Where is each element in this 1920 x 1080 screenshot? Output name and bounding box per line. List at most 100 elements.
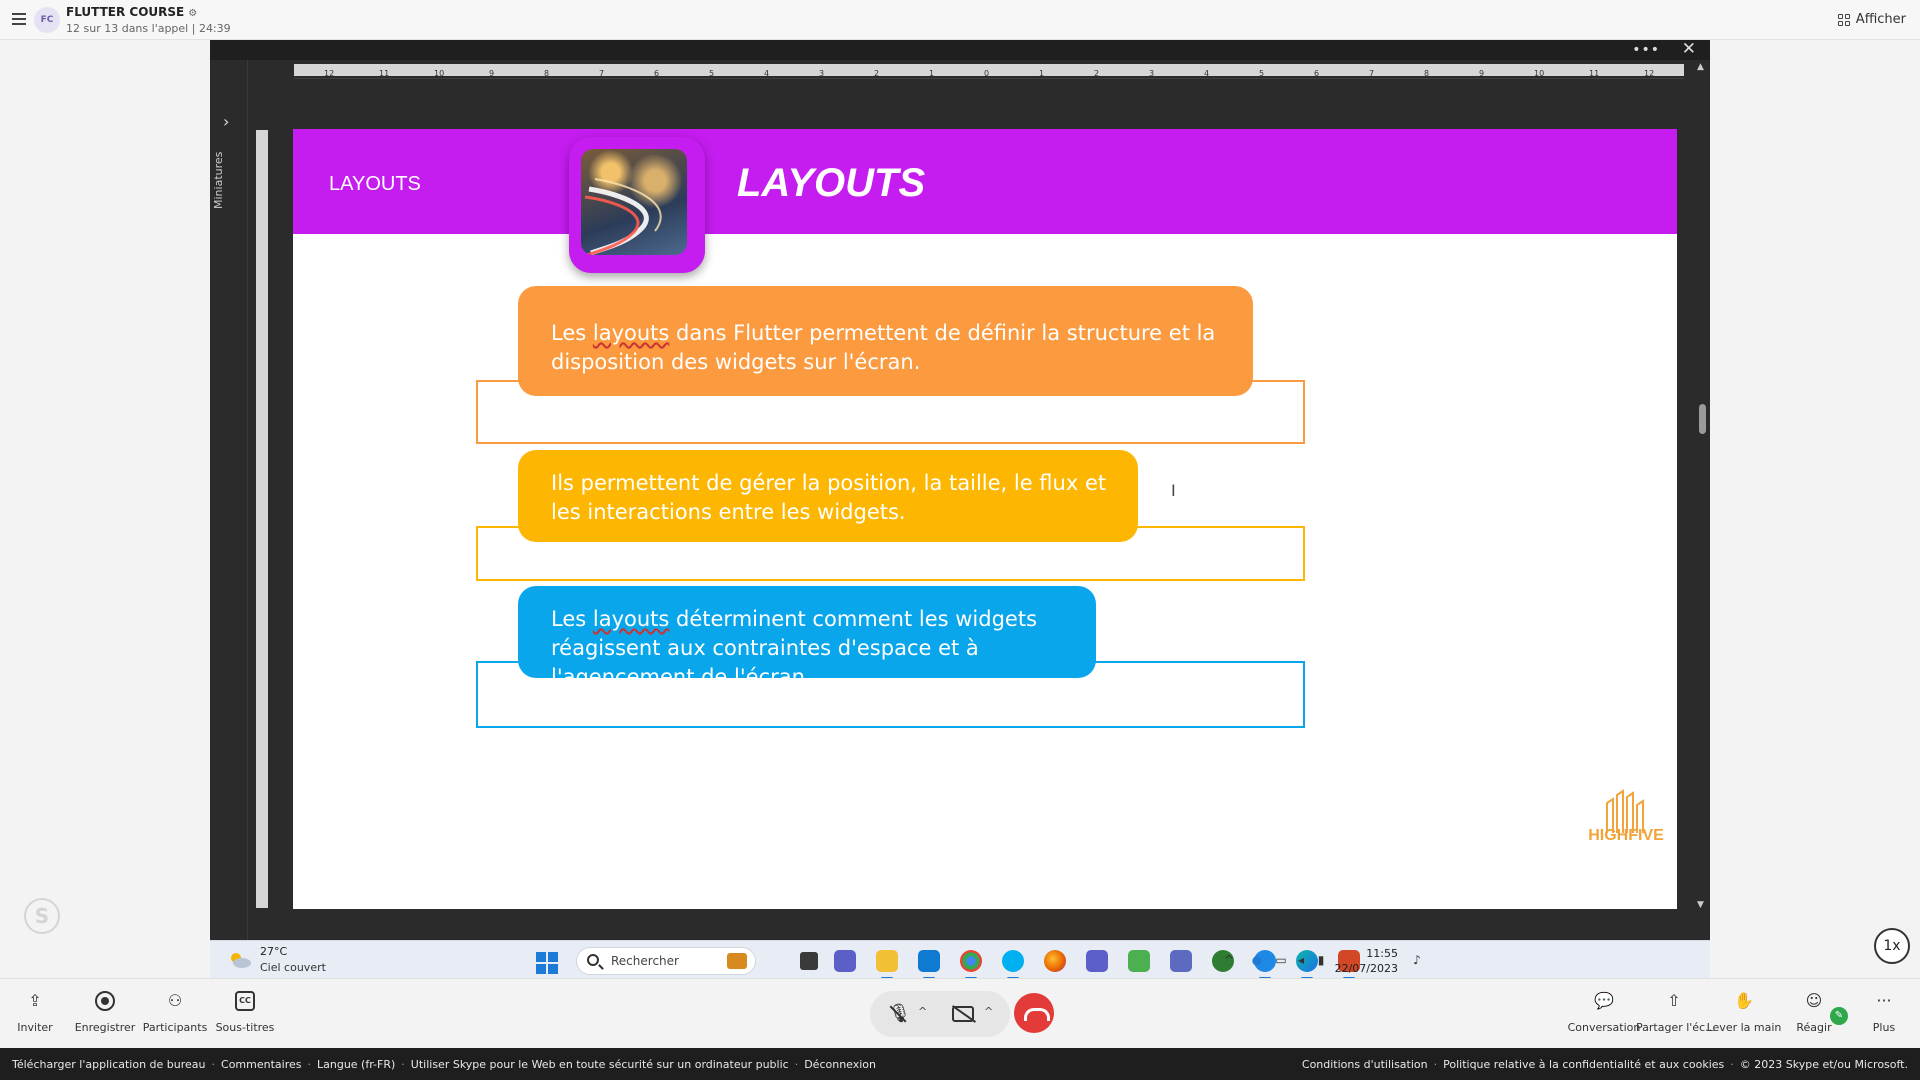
search-placeholder: Rechercher [611,954,679,968]
firefox-icon[interactable] [1044,950,1066,972]
slide-image-frame [569,137,705,273]
close-icon[interactable]: ✕ [1682,39,1696,59]
footer-link-privacy[interactable]: Politique relative à la confidentialité … [1443,1058,1724,1071]
ruler-tick-label: 1 [929,69,934,78]
ruler-tick-label: 4 [1204,69,1209,78]
tray-chevron-up-icon[interactable]: ^ [1222,953,1236,967]
notification-bell-icon[interactable]: ♪ [1410,953,1424,967]
ruler-tick-label: 11 [1589,69,1599,78]
record-button[interactable]: Enregistrer [67,991,143,1034]
scroll-down-arrow-icon[interactable]: ▼ [1697,900,1704,910]
file-explorer-icon[interactable] [876,950,898,980]
invite-button[interactable]: ⇪ Inviter [0,991,73,1034]
chrome-icon[interactable] [960,950,982,980]
text-box-orange[interactable]: Les layouts dans Flutter permettent de d… [518,286,1253,396]
ruler-tick-label: 2 [1094,69,1099,78]
share-screen-icon: ⇧ [1667,991,1681,1010]
teams-icon[interactable] [1086,950,1108,972]
more-button[interactable]: ··· Plus [1846,991,1920,1034]
share-toolbar: ••• ✕ [210,39,1710,60]
invite-label: Inviter [17,1021,53,1034]
more-options-icon[interactable]: ••• [1632,42,1660,58]
share-screen-label: Partager l'éc... [1636,1021,1716,1034]
skype-watermark-icon: S [24,898,60,934]
ruler-tick-label: 8 [544,69,549,78]
windows-taskbar: 27°C Ciel couvert Rechercher ^ ● ▭ ◂ ▮ 1… [210,940,1710,980]
chevron-right-icon[interactable]: › [223,112,229,131]
share-upload-icon: ⇪ [28,991,42,1010]
record-icon [95,991,115,1011]
ruler-tick-label: 12 [324,69,334,78]
text-cursor-icon: I [1171,481,1176,500]
footer-link-public-computer[interactable]: Utiliser Skype pour le Web en toute sécu… [411,1058,789,1071]
vertical-ruler [256,130,268,908]
call-header: FC FLUTTER COURSE ⚙ 12 sur 13 dans l'appe… [0,0,1920,40]
ruler-tick-label: 8 [1424,69,1429,78]
menu-icon[interactable] [12,13,26,25]
view-button[interactable]: Afficher [1837,12,1906,27]
text-box-blue[interactable]: Les layouts déterminent comment les widg… [518,586,1096,689]
ruler-tick-label: 11 [379,69,389,78]
slide-section-label: LAYOUTS [329,173,421,195]
microphone-muted-icon[interactable]: 🎙 [888,1004,911,1024]
settings-gear-icon[interactable]: ⚙ [188,8,197,19]
horizontal-ruler: 12 11 10 9 8 7 6 5 4 3 2 1 0 1 2 3 4 5 6 7 8 9 10 11 12 [294,64,1684,80]
footer-link-download[interactable]: Télécharger l'application de bureau [12,1058,206,1071]
presentation-slide: LAYOUTS LAYOUTS Les layouts dans Flutter… [293,129,1677,909]
weather-temperature[interactable]: 27°C [260,945,287,958]
mic-options-caret-icon[interactable]: ^ [918,1005,927,1018]
call-title[interactable]: FLUTTER COURSE ⚙ [66,5,197,19]
highfive-logo: HIGHFIVE [1583,789,1669,867]
weather-cloud-icon[interactable] [228,951,252,969]
share-screen-button[interactable]: ⇧ Partager l'éc... [1636,991,1716,1034]
box-text-underlined: layouts [592,607,670,631]
taskbar-search[interactable]: Rechercher [576,947,756,975]
scroll-up-arrow-icon[interactable]: ▲ [1697,62,1704,72]
vertical-scrollbar[interactable]: ▲ ▼ [1694,60,1710,940]
footer-link-language[interactable]: Langue (fr-FR) [317,1058,395,1071]
ruler-tick-label: 4 [764,69,769,78]
camera-off-icon[interactable] [952,1006,974,1022]
playback-speed-button[interactable]: 1x [1874,928,1910,964]
weather-description[interactable]: Ciel couvert [260,961,326,974]
group-avatar[interactable]: FC [34,7,60,33]
record-label: Enregistrer [74,1021,136,1034]
raise-hand-button[interactable]: ✋ Lever la main [1706,991,1782,1034]
microphone-icon[interactable]: ● [1250,953,1264,967]
conversation-label: Conversation [1567,1021,1641,1034]
remote-desktop-icon[interactable] [1170,950,1192,972]
taskbar-clock[interactable]: 11:55 22/07/2023 [1280,946,1398,976]
vscode-icon[interactable] [918,950,940,980]
captions-button[interactable]: CC Sous-titres [207,991,283,1034]
raise-hand-label: Lever la main [1706,1021,1782,1034]
scroll-thumb[interactable] [1699,404,1706,434]
ruler-tick-label: 9 [489,69,494,78]
media-controls: 🎙 ^ ^ [870,991,1010,1037]
text-box-yellow[interactable]: Ils permettent de gérer la position, la … [518,450,1138,542]
participants-label: Participants [142,1021,208,1034]
captions-icon: CC [235,991,255,1011]
task-view-icon[interactable] [800,952,818,970]
ruler-tick-label: 0 [984,69,989,78]
ruler-tick-label: 10 [1534,69,1544,78]
hang-up-button[interactable] [1014,993,1054,1033]
ruler-tick-label: 6 [1314,69,1319,78]
ruler-ticks: 12 11 10 9 8 7 6 5 4 3 2 1 0 1 2 3 4 5 6 7 8 9 10 11 12 [294,69,1684,80]
footer-link-feedback[interactable]: Commentaires [221,1058,301,1071]
windows-start-icon[interactable] [536,952,558,974]
grid-layout-icon [1837,13,1850,26]
thumbnails-label[interactable]: Miniatures [212,140,244,220]
clock-time: 11:55 [1366,947,1398,960]
conversation-button[interactable]: 💬 Conversation [1566,991,1642,1034]
ruler-tick-label: 10 [434,69,444,78]
network-tool-icon[interactable] [1128,950,1150,972]
footer-link-terms[interactable]: Conditions d'utilisation [1302,1058,1428,1071]
participants-button[interactable]: ⚇ Participants [137,991,213,1034]
light-trails-photo [581,149,687,255]
meet-chat-icon[interactable] [834,950,856,972]
camera-options-caret-icon[interactable]: ^ [984,1005,993,1018]
footer-link-logout[interactable]: Déconnexion [804,1058,876,1071]
skype-icon[interactable] [1002,950,1024,980]
ruler-tick-label: 12 [1644,69,1654,78]
clock-date: 22/07/2023 [1334,962,1398,975]
